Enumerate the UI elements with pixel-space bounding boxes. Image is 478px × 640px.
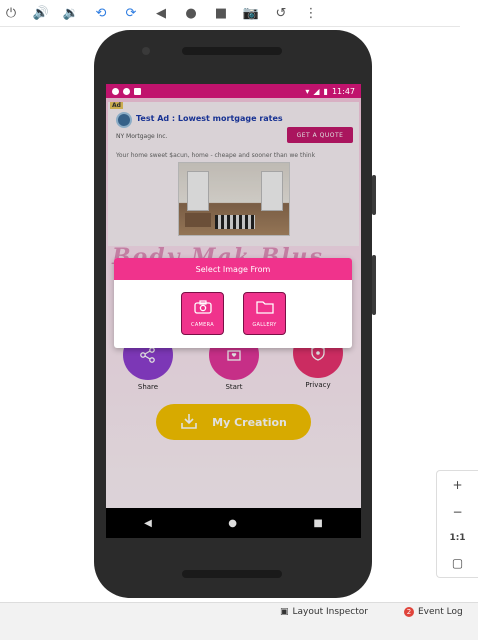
event-log-label: Event Log — [418, 607, 463, 617]
back-icon[interactable]: ◀ — [150, 2, 172, 24]
event-count-badge: 2 — [404, 607, 414, 617]
side-button-power[interactable] — [372, 255, 376, 315]
nav-home-icon[interactable]: ● — [228, 518, 237, 529]
nav-recents-icon[interactable]: ■ — [313, 518, 322, 529]
volume-down-icon[interactable]: 🔉 — [60, 2, 82, 24]
home-icon[interactable]: ● — [180, 2, 202, 24]
emulator-toolbar: ⏻ 🔊 🔉 ⟲ ⟳ ◀ ● ■ 📷 ↺ ⋮ — [0, 0, 460, 27]
earpiece — [182, 47, 282, 55]
zoom-panel: + − 1:1 ▢ — [436, 470, 478, 578]
zoom-out-button[interactable]: − — [452, 505, 462, 519]
camera-icon — [193, 299, 212, 318]
layout-inspector-label: Layout Inspector — [292, 607, 368, 617]
volume-up-icon[interactable]: 🔊 — [30, 2, 52, 24]
overview-icon[interactable]: ■ — [210, 2, 232, 24]
signal-icon: ◢ — [313, 86, 320, 96]
battery-icon: ▮ — [323, 86, 328, 96]
device-screen: ▾ ◢ ▮ 11:47 Ad Test Ad : Lowest mortgage… — [106, 84, 361, 508]
status-time: 11:47 — [331, 86, 355, 96]
bottom-speaker — [182, 570, 282, 578]
screenshot-icon[interactable]: 📷 — [240, 2, 262, 24]
power-icon[interactable]: ⏻ — [0, 2, 22, 24]
more-icon[interactable]: ⋮ — [300, 2, 322, 24]
layout-inspector-icon: ▣ — [280, 607, 289, 617]
gallery-button[interactable]: GALLERY — [243, 292, 286, 335]
status-bar: ▾ ◢ ▮ 11:47 — [106, 84, 361, 98]
event-log-tab[interactable]: 2 Event Log — [404, 607, 463, 617]
camera-label: CAMERA — [191, 322, 214, 328]
rotate-left-icon[interactable]: ⟲ — [90, 2, 112, 24]
zoom-actual-size-button[interactable]: 1:1 — [449, 533, 465, 543]
gallery-label: GALLERY — [252, 322, 277, 328]
wifi-icon: ▾ — [305, 86, 310, 96]
folder-icon — [255, 299, 274, 318]
notification-icon — [123, 87, 130, 95]
dialog-title: Select Image From — [114, 258, 352, 280]
rotate-right-icon[interactable]: ⟳ — [120, 2, 142, 24]
notification-icon — [112, 87, 119, 95]
fit-screen-icon[interactable]: ▢ — [452, 556, 463, 570]
side-button-volume[interactable] — [372, 175, 376, 215]
front-camera — [142, 47, 150, 55]
emulator-window: ⏻ 🔊 🔉 ⟲ ⟳ ◀ ● ■ 📷 ↺ ⋮ ▾ ◢ ▮ 11:47 Ad Tes… — [0, 0, 478, 640]
ide-bottom-bar: ▣ Layout Inspector 2 Event Log — [0, 602, 478, 640]
snapshot-icon[interactable]: ↺ — [270, 2, 292, 24]
nav-back-icon[interactable]: ◀ — [144, 518, 152, 529]
camera-button[interactable]: CAMERA — [181, 292, 224, 335]
zoom-in-button[interactable]: + — [452, 478, 462, 492]
select-image-dialog: Select Image From CAMERA GALLERY — [114, 258, 352, 348]
notification-icon — [134, 87, 141, 95]
android-nav-bar: ◀ ● ■ — [106, 508, 361, 538]
layout-inspector-tab[interactable]: ▣ Layout Inspector — [280, 607, 368, 617]
